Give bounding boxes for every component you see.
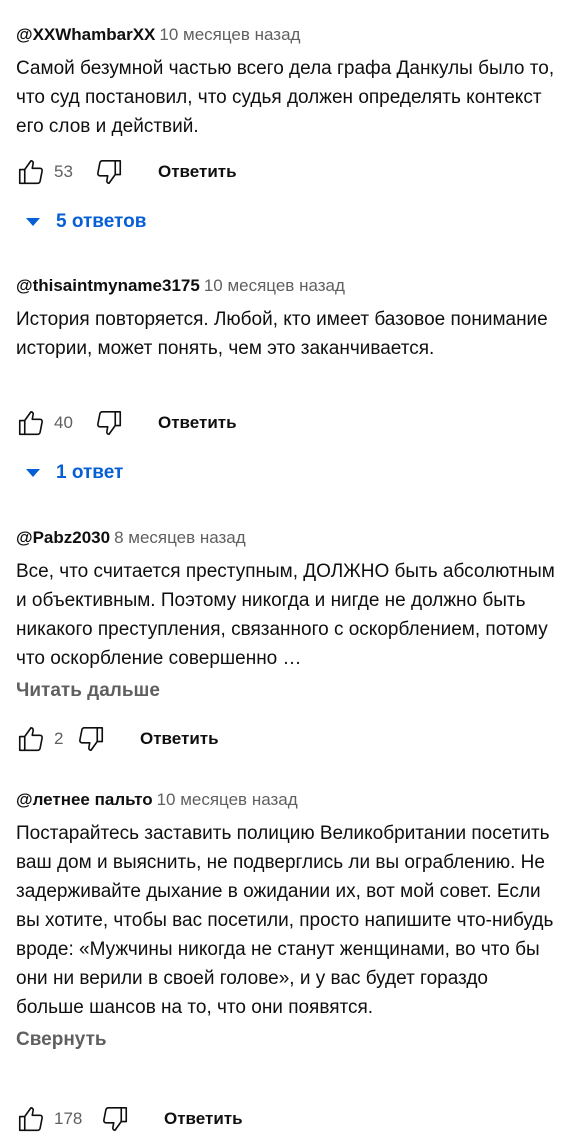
thumbs-up-icon[interactable] bbox=[16, 408, 46, 438]
reply-button[interactable]: Ответить bbox=[164, 1109, 243, 1129]
caret-down-icon bbox=[26, 469, 40, 477]
comment-author[interactable]: @Pabz2030 bbox=[16, 528, 110, 547]
comment-actions: 40 Ответить bbox=[16, 406, 237, 440]
comment-time[interactable]: 10 месяцев назад bbox=[204, 276, 345, 295]
comment-time[interactable]: 10 месяцев назад bbox=[157, 790, 298, 809]
comment-header: @XXWhambarXX 10 месяцев назад bbox=[16, 24, 556, 46]
comment-text: Постарайтесь заставить полицию Великобри… bbox=[16, 823, 554, 1018]
comment-header: @летнее пальто 10 месяцев назад bbox=[16, 789, 556, 811]
comment: @thisaintmyname3175 10 месяцев назад Исто… bbox=[16, 275, 556, 363]
reply-button[interactable]: Ответить bbox=[158, 413, 237, 433]
comment: @XXWhambarXX 10 месяцев назад Самой безум… bbox=[16, 24, 556, 141]
like-count: 53 bbox=[54, 162, 73, 181]
like-count: 40 bbox=[54, 413, 73, 432]
thumbs-down-icon[interactable] bbox=[94, 157, 124, 187]
comment-actions: 53 Ответить bbox=[16, 155, 237, 189]
thumbs-down-icon[interactable] bbox=[94, 408, 124, 438]
reply-button[interactable]: Ответить bbox=[158, 162, 237, 182]
like-count: 178 bbox=[54, 1109, 83, 1128]
thumbs-down-icon[interactable] bbox=[100, 1104, 130, 1134]
replies-label: 1 ответ bbox=[56, 462, 124, 483]
thumbs-up-icon[interactable] bbox=[16, 157, 46, 187]
comment-header: @thisaintmyname3175 10 месяцев назад bbox=[16, 275, 556, 297]
caret-down-icon bbox=[26, 218, 40, 226]
comment-time[interactable]: 10 месяцев назад bbox=[159, 25, 300, 44]
view-replies-button[interactable]: 1 ответ bbox=[20, 458, 123, 488]
comment: @Pabz2030 8 месяцев назад Все, что считае… bbox=[16, 527, 556, 703]
comment-actions: 178 Ответить bbox=[16, 1102, 243, 1136]
comment-header: @Pabz2030 8 месяцев назад bbox=[16, 527, 556, 549]
comment-author[interactable]: @thisaintmyname3175 bbox=[16, 276, 200, 295]
comment-text: Самой безумной частью всего дела графа Д… bbox=[16, 58, 555, 137]
thumbs-up-icon[interactable] bbox=[16, 1104, 46, 1134]
read-more-button[interactable]: Читать дальше bbox=[16, 679, 556, 703]
comment-text: Все, что считается преступным, ДОЛЖНО бы… bbox=[16, 561, 555, 669]
comment-text: История повторяется. Любой, кто имеет ба… bbox=[16, 309, 548, 359]
comment-author[interactable]: @летнее пальто bbox=[16, 790, 153, 809]
view-replies-button[interactable]: 5 ответов bbox=[20, 207, 146, 237]
thumbs-up-icon[interactable] bbox=[16, 724, 46, 754]
collapse-button[interactable]: Свернуть bbox=[16, 1028, 556, 1052]
reply-button[interactable]: Ответить bbox=[140, 729, 219, 749]
comment-author[interactable]: @XXWhambarXX bbox=[16, 25, 155, 44]
comment-time[interactable]: 8 месяцев назад bbox=[114, 528, 246, 547]
thumbs-down-icon[interactable] bbox=[76, 724, 106, 754]
replies-label: 5 ответов bbox=[56, 211, 147, 232]
comment-actions: 2 Ответить bbox=[16, 722, 219, 756]
comment: @летнее пальто 10 месяцев назад Постарайт… bbox=[16, 789, 556, 1052]
like-count: 2 bbox=[54, 729, 64, 748]
